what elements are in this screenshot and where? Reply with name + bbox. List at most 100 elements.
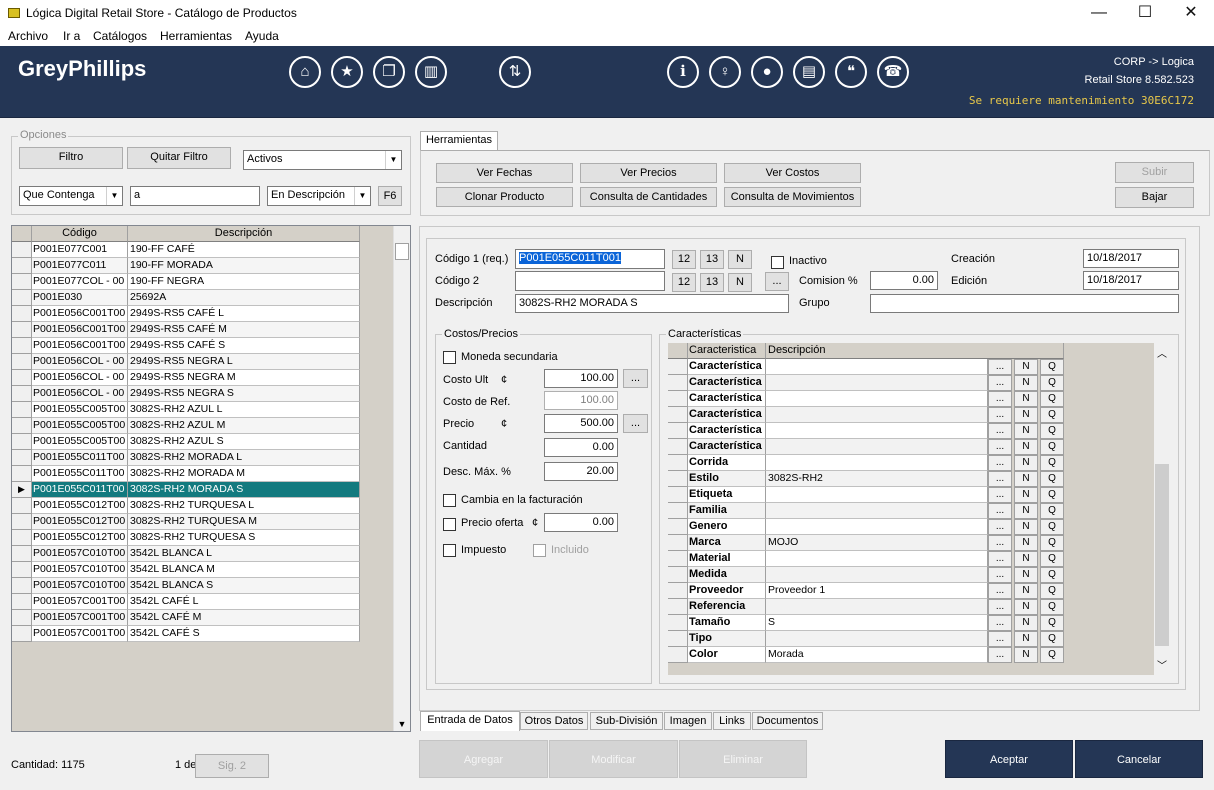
row-selector[interactable] [668, 423, 688, 439]
characteristic-row[interactable]: Material... N Q [668, 551, 1064, 567]
row-selector[interactable] [668, 535, 688, 551]
codigo1-13-button[interactable]: 13 [700, 250, 724, 269]
characteristic-value[interactable] [766, 567, 988, 583]
row-selector[interactable] [668, 583, 688, 599]
characteristic-n-button[interactable]: N [1014, 359, 1038, 375]
characteristic-n-button[interactable]: N [1014, 455, 1038, 471]
characteristic-dots-button[interactable]: ... [988, 615, 1012, 631]
characteristic-q-button[interactable]: Q [1040, 567, 1064, 583]
table-row[interactable]: P001E030 25692A [12, 290, 360, 306]
characteristic-q-button[interactable]: Q [1040, 455, 1064, 471]
cell-descripcion[interactable]: 3542L CAFÉ S [128, 626, 360, 642]
cell-codigo[interactable]: P001E055C005T00 [32, 434, 128, 450]
cell-codigo[interactable]: P001E056COL - 00 [32, 354, 128, 370]
characteristic-value[interactable] [766, 375, 988, 391]
characteristic-dots-button[interactable]: ... [988, 375, 1012, 391]
inactivo-checkbox[interactable] [771, 256, 784, 269]
scroll-down-icon[interactable]: ﹀ [1154, 657, 1170, 672]
scrollbar-thumb[interactable] [395, 243, 409, 260]
characteristic-n-button[interactable]: N [1014, 551, 1038, 567]
characteristic-q-button[interactable]: Q [1040, 615, 1064, 631]
creacion-field[interactable]: 10/18/2017 [1083, 249, 1179, 268]
characteristic-value[interactable] [766, 407, 988, 423]
table-row[interactable]: P001E077C011 190-FF MORADA [12, 258, 360, 274]
row-selector[interactable] [12, 434, 32, 450]
table-row[interactable]: P001E057C001T00 3542L CAFÉ S [12, 626, 360, 642]
characteristic-row[interactable]: Color Morada... N Q [668, 647, 1064, 663]
row-selector[interactable] [12, 498, 32, 514]
table-row[interactable]: P001E055C012T00 3082S-RH2 TURQUESA S [12, 530, 360, 546]
row-selector[interactable] [668, 519, 688, 535]
scrollbar-thumb[interactable] [1155, 464, 1169, 646]
cell-codigo[interactable]: P001E057C001T00 [32, 594, 128, 610]
cell-descripcion[interactable]: 3082S-RH2 AZUL S [128, 434, 360, 450]
menu-ayuda[interactable]: Ayuda [245, 29, 279, 43]
row-selector[interactable] [668, 407, 688, 423]
characteristic-q-button[interactable]: Q [1040, 583, 1064, 599]
field-select[interactable]: En Descripción ▼ [267, 186, 371, 206]
row-selector[interactable] [12, 306, 32, 322]
characteristic-row[interactable]: Característica... N Q [668, 391, 1064, 407]
cell-codigo[interactable]: P001E056COL - 00 [32, 370, 128, 386]
characteristic-dots-button[interactable]: ... [988, 631, 1012, 647]
precio-field[interactable]: 500.00 [544, 414, 618, 433]
menu-herramientas[interactable]: Herramientas [160, 29, 232, 43]
characteristic-q-button[interactable]: Q [1040, 487, 1064, 503]
cell-descripcion[interactable]: 3082S-RH2 MORADA M [128, 466, 360, 482]
cell-codigo[interactable]: P001E055C012T00 [32, 514, 128, 530]
row-selector[interactable] [12, 370, 32, 386]
clonar-producto-button[interactable]: Clonar Producto [436, 187, 573, 207]
characteristic-value[interactable] [766, 599, 988, 615]
characteristic-dots-button[interactable]: ... [988, 519, 1012, 535]
cantidad-field[interactable]: 0.00 [544, 438, 618, 457]
characteristic-q-button[interactable]: Q [1040, 631, 1064, 647]
tab-imagen[interactable]: Imagen [664, 712, 712, 730]
cell-codigo[interactable]: P001E077COL - 00 [32, 274, 128, 290]
row-selector[interactable] [12, 626, 32, 642]
row-selector[interactable] [12, 610, 32, 626]
characteristic-value[interactable]: Proveedor 1 [766, 583, 988, 599]
characteristic-q-button[interactable]: Q [1040, 375, 1064, 391]
characteristic-row[interactable]: Proveedor Proveedor 1... N Q [668, 583, 1064, 599]
row-selector[interactable] [12, 546, 32, 562]
row-selector[interactable] [12, 594, 32, 610]
characteristic-dots-button[interactable]: ... [988, 407, 1012, 423]
characteristic-value[interactable]: Morada [766, 647, 988, 663]
row-selector[interactable] [12, 290, 32, 306]
row-selector[interactable] [668, 615, 688, 631]
impuesto-checkbox[interactable] [443, 544, 456, 557]
characteristic-n-button[interactable]: N [1014, 423, 1038, 439]
precio-dots-button[interactable]: ... [623, 414, 648, 433]
maximize-button[interactable]: ☐ [1122, 0, 1168, 28]
lightbulb-icon[interactable]: ♀ [709, 56, 741, 88]
row-selector[interactable] [668, 455, 688, 471]
characteristic-dots-button[interactable]: ... [988, 439, 1012, 455]
subir-button[interactable]: Subir [1115, 162, 1194, 183]
table-row[interactable]: P001E056COL - 00 2949S-RS5 NEGRA L [12, 354, 360, 370]
characteristic-dots-button[interactable]: ... [988, 567, 1012, 583]
characteristic-value[interactable]: 3082S-RH2 [766, 471, 988, 487]
characteristic-q-button[interactable]: Q [1040, 519, 1064, 535]
characteristic-n-button[interactable]: N [1014, 503, 1038, 519]
edicion-field[interactable]: 10/18/2017 [1083, 271, 1179, 290]
incluido-checkbox[interactable] [533, 544, 546, 557]
characteristic-value[interactable] [766, 631, 988, 647]
characteristic-n-button[interactable]: N [1014, 615, 1038, 631]
bajar-button[interactable]: Bajar [1115, 187, 1194, 208]
cambia-facturacion-checkbox[interactable] [443, 494, 456, 507]
tab-documentos[interactable]: Documentos [752, 712, 823, 730]
row-selector[interactable]: ▶ [12, 482, 32, 498]
characteristic-n-button[interactable]: N [1014, 631, 1038, 647]
cell-codigo[interactable]: P001E056COL - 00 [32, 386, 128, 402]
characteristic-q-button[interactable]: Q [1040, 647, 1064, 663]
row-selector[interactable] [12, 578, 32, 594]
cell-descripcion[interactable]: 3082S-RH2 TURQUESA S [128, 530, 360, 546]
tab-herramientas[interactable]: Herramientas [420, 131, 498, 150]
characteristic-n-button[interactable]: N [1014, 391, 1038, 407]
characteristic-n-button[interactable]: N [1014, 567, 1038, 583]
table-row[interactable]: P001E056C001T00 2949S-RS5 CAFÉ L [12, 306, 360, 322]
product-grid-scrollbar[interactable]: ▼ [393, 226, 410, 731]
table-row[interactable]: P001E056C001T00 2949S-RS5 CAFÉ M [12, 322, 360, 338]
next-page-button[interactable]: Sig. 2 [195, 754, 269, 778]
cell-codigo[interactable]: P001E055C012T00 [32, 498, 128, 514]
